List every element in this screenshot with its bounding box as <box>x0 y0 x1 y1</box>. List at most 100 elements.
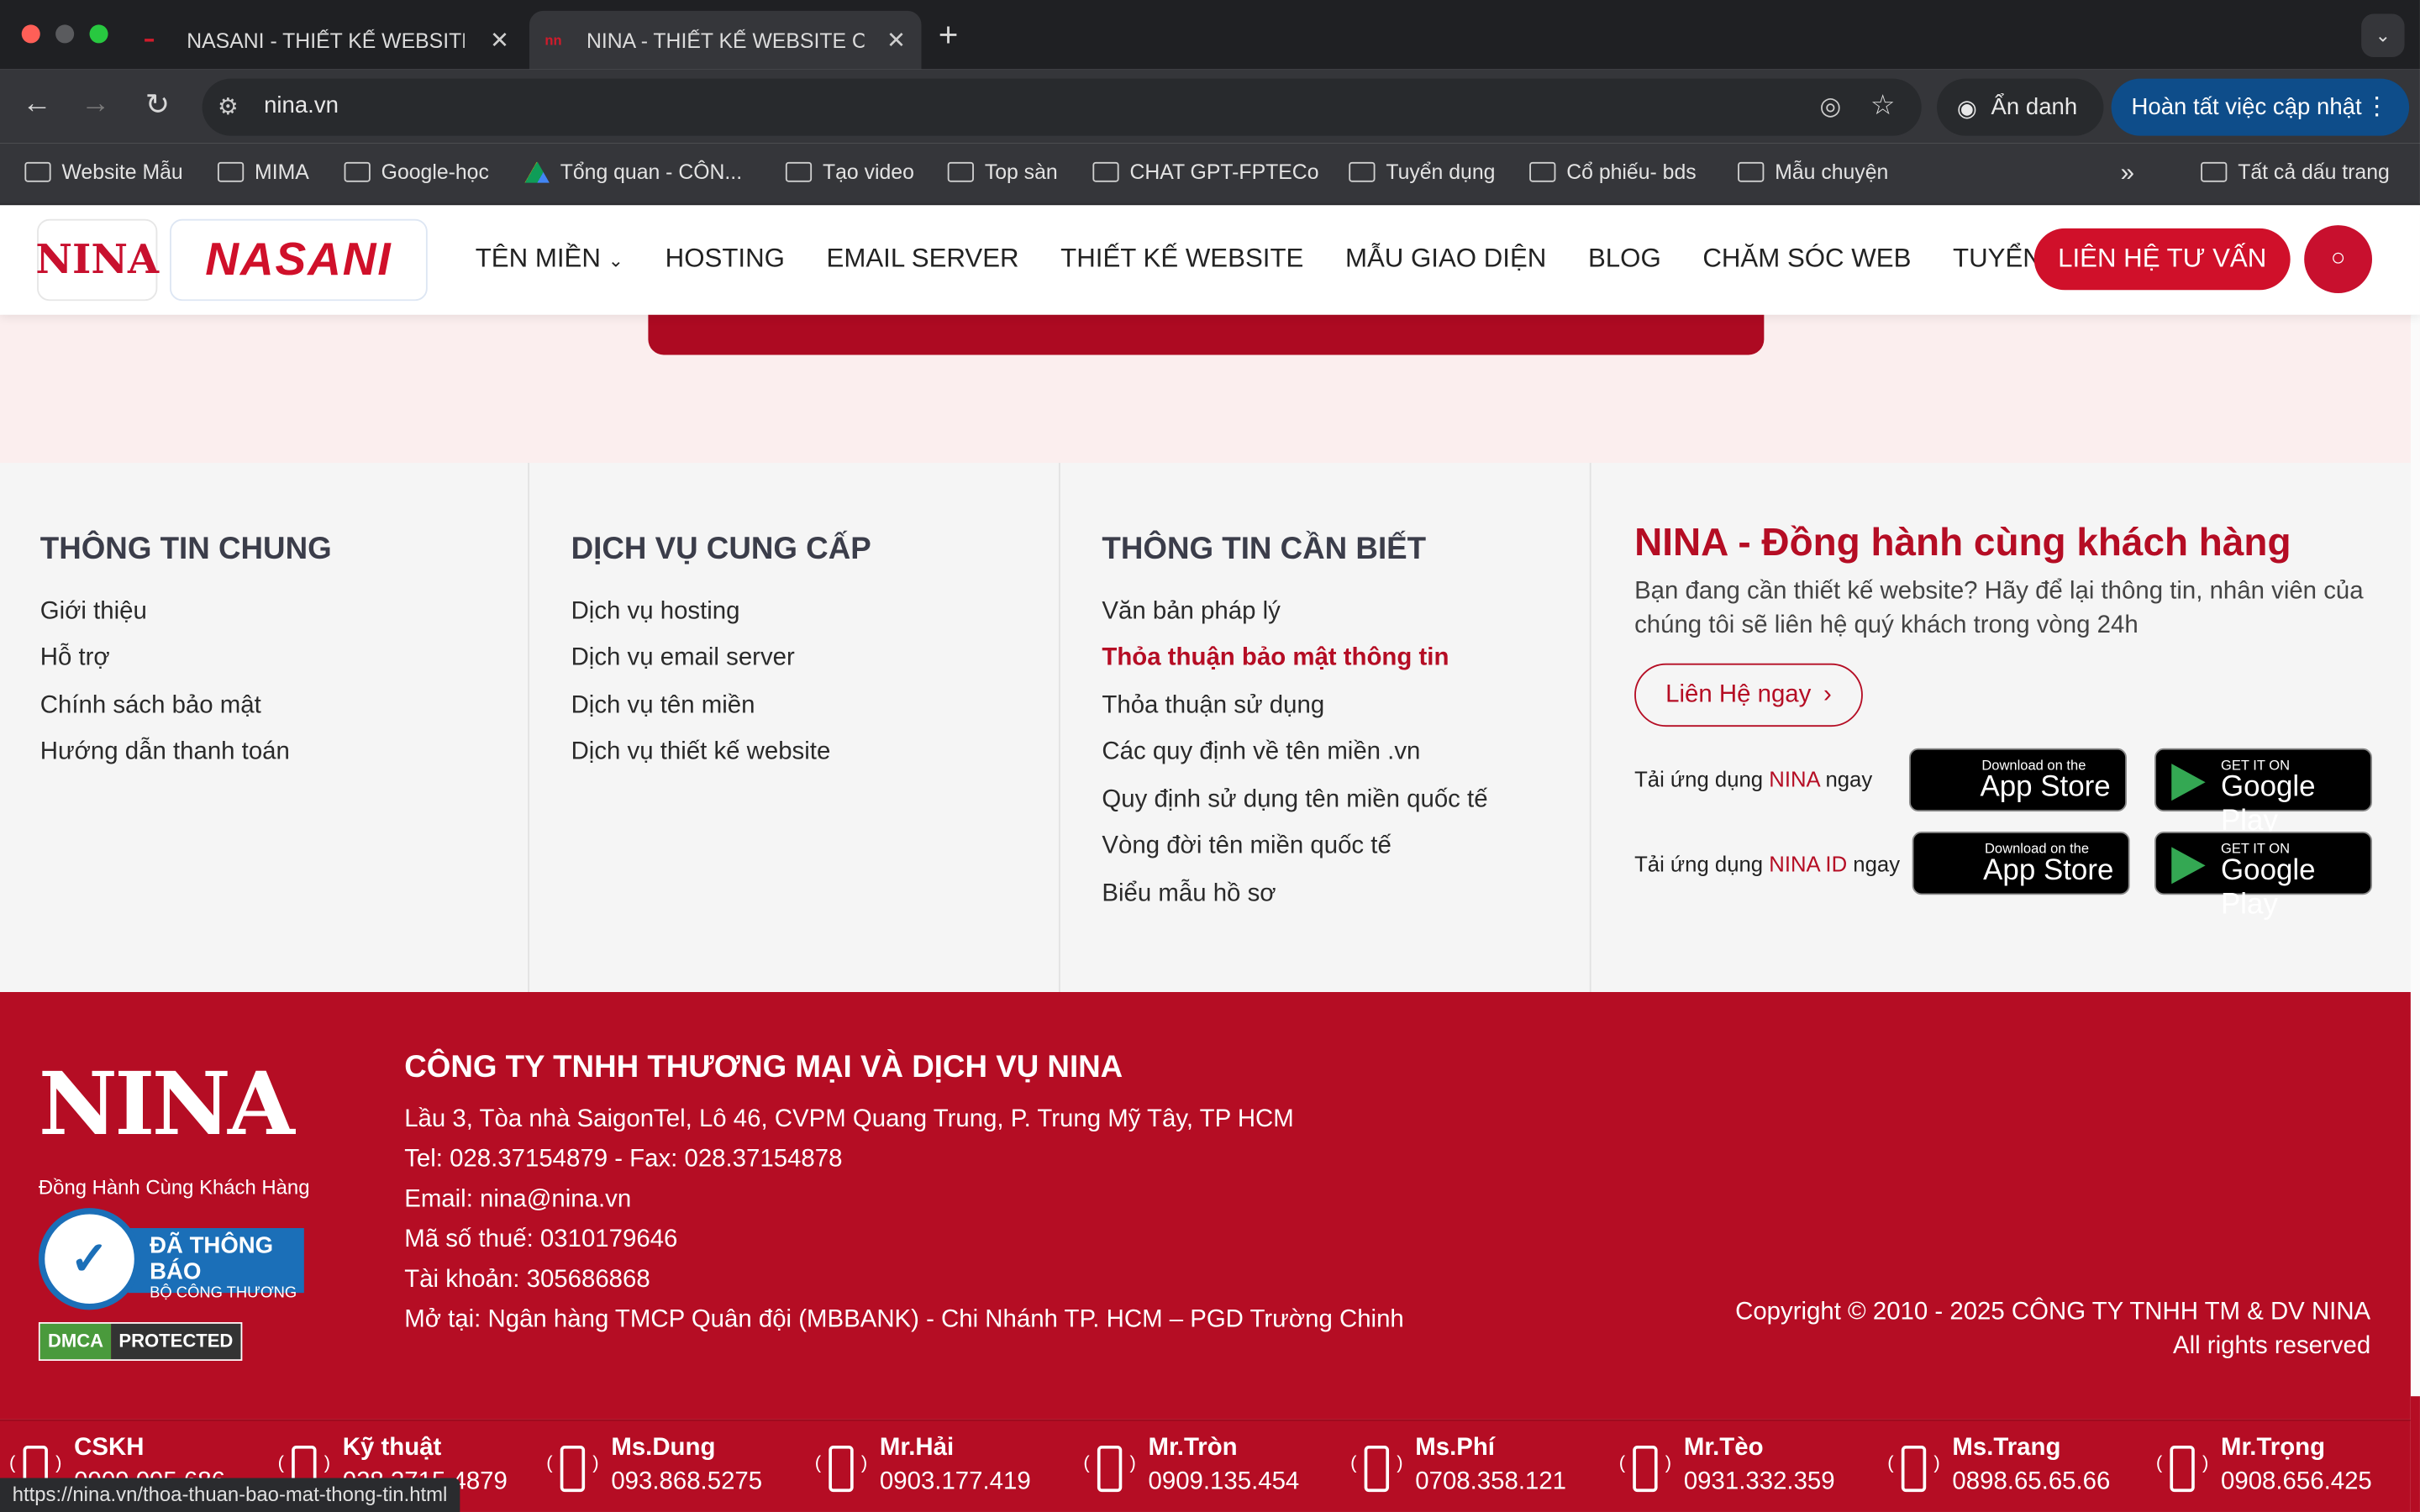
company-bank: Mở tại: Ngân hàng TMCP Quân đội (MBBANK)… <box>404 1306 1404 1333</box>
app-store-button[interactable]: Download on the App Store <box>1908 748 2127 812</box>
footer-link[interactable]: Thỏa thuận sử dụng <box>1102 693 1324 721</box>
badge-title: ĐÃ THÔNG BÁO <box>150 1232 274 1285</box>
forward-arrow-icon[interactable]: → <box>77 88 114 122</box>
bookmark-label: Mẫu chuyện <box>1775 160 1889 184</box>
footer-link[interactable]: Giới thiệu <box>40 599 147 627</box>
hotline-number: 0708.358.121 <box>1415 1468 1567 1495</box>
footer-link[interactable]: Dịch vụ hosting <box>571 599 740 627</box>
tab-nina[interactable]: nn NINA - THIẾT KẾ WEBSITE CH ✕ <box>529 10 922 70</box>
close-tab-icon[interactable]: ✕ <box>490 26 509 54</box>
submit-bar[interactable] <box>648 314 1765 355</box>
all-bookmarks-folder[interactable]: Tất cả dấu trang <box>2201 160 2390 184</box>
footer-link[interactable]: Dịch vụ thiết kế website <box>571 739 831 767</box>
footer-link-active[interactable]: Thỏa thuận bảo mật thông tin <box>1102 645 1449 673</box>
download-nina-id-label: Tải ứng dụng NINA ID ngay <box>1634 852 1900 876</box>
bookmark-label: Website Mẫu <box>61 160 183 184</box>
nav-cham-soc-web[interactable]: CHĂM SÓC WEB <box>1702 244 1911 275</box>
app-store-button[interactable]: Download on the App Store <box>1912 831 2130 895</box>
hotline-name: Mr.Trọng <box>2221 1435 2326 1462</box>
folder-icon <box>344 161 371 182</box>
label-text: ngay <box>1847 851 1901 877</box>
nav-ten-mien[interactable]: TÊN MIỀN ⌄ <box>476 244 623 275</box>
bookmark-folder[interactable]: Tuyển dụng <box>1349 160 1495 184</box>
tab-nasani[interactable]: ━ NASANI - THIẾT KẾ WEBSITE ✕ <box>129 11 524 70</box>
footer-link[interactable]: Dịch vụ tên miền <box>571 693 755 721</box>
bookmark-folder[interactable]: MIMA <box>217 160 309 184</box>
bookmark-folder[interactable]: Tạo video <box>785 160 914 184</box>
bookmark-label: Tạo video <box>822 160 914 184</box>
phone-ringing-icon: () <box>2156 1440 2208 1501</box>
nav-hosting[interactable]: HOSTING <box>666 244 785 275</box>
site-info-icon[interactable]: ⚙ <box>218 92 239 120</box>
footer-link[interactable]: Chính sách bảo mật <box>40 693 261 721</box>
footer-link[interactable]: Quy định sử dụng tên miền quốc tế <box>1102 787 1487 815</box>
back-arrow-icon[interactable]: ← <box>18 88 55 122</box>
bookmark-folder[interactable]: Mẫu chuyện <box>1738 160 1888 184</box>
bookmark-link[interactable]: Tổng quan - CÔN... <box>524 160 742 184</box>
footer-link[interactable]: Hướng dẫn thanh toán <box>40 739 290 767</box>
more-bookmarks-icon[interactable]: » <box>2121 160 2134 188</box>
eye-off-icon[interactable]: ◎ <box>1820 91 1842 122</box>
contact-button[interactable]: LIÊN HỆ TƯ VẤN <box>2033 228 2291 291</box>
hotline-name: Ms.Dung <box>611 1435 716 1462</box>
main-nav: TÊN MIỀN ⌄ HOSTING EMAIL SERVER THIẾT KẾ… <box>476 244 2168 275</box>
maximize-window-button[interactable] <box>89 24 108 44</box>
label-highlight: NINA ID <box>1769 851 1848 877</box>
url-text[interactable]: nina.vn <box>264 92 339 118</box>
address-bar[interactable]: ⚙ nina.vn ◎ ☆ <box>202 78 1922 136</box>
lien-he-button[interactable]: Liên Hệ ngay › <box>1634 663 1863 727</box>
footer-col-general: THÔNG TIN CHUNG Giới thiệu Hỗ trợ Chính … <box>0 463 529 992</box>
bo-cong-thuong-badge[interactable]: ĐÃ THÔNG BÁO BỘ CÔNG THƯƠNG ✓ <box>38 1208 304 1310</box>
store-big-text: App Store <box>1980 771 2111 804</box>
bookmark-folder[interactable]: Website Mẫu <box>24 160 183 184</box>
nav-blog[interactable]: BLOG <box>1588 244 1661 275</box>
scrollbar-track[interactable] <box>2410 312 2420 1512</box>
company-email[interactable]: Email: nina@nina.vn <box>404 1186 631 1214</box>
close-window-button[interactable] <box>21 24 40 44</box>
company-footer: NINA Đồng Hành Cùng Khách Hàng ĐÃ THÔNG … <box>0 991 2411 1420</box>
bookmark-folder[interactable]: Google-học <box>344 160 489 184</box>
footer-link[interactable]: Biểu mẫu hồ sơ <box>1102 881 1276 909</box>
browser-toolbar: ← → ↻ ⚙ nina.vn ◎ ☆ ◉ Ẩn danh Hoàn tất v… <box>0 69 2420 144</box>
incognito-button[interactable]: ◉ Ẩn danh <box>1937 78 2104 136</box>
nasani-logo[interactable]: NASANI <box>170 218 428 302</box>
dmca-badge[interactable]: DMCA PROTECTED <box>38 1322 243 1361</box>
hotline-name: CSKH <box>74 1435 145 1462</box>
nav-mau-giao-dien[interactable]: MẪU GIAO DIỆN <box>1345 244 1546 275</box>
footer-link[interactable]: Các quy định về tên miền .vn <box>1102 739 1420 767</box>
dmca-label: DMCA <box>39 1323 112 1360</box>
new-tab-icon[interactable]: + <box>939 15 959 55</box>
bookmark-folder[interactable]: CHAT GPT-FPTECo <box>1092 160 1318 184</box>
bookmark-label: Tất cả dấu trang <box>2238 160 2390 184</box>
footer-link[interactable]: Văn bản pháp lý <box>1102 599 1280 627</box>
nav-thiet-ke-website[interactable]: THIẾT KẾ WEBSITE <box>1060 244 1303 275</box>
update-button[interactable]: Hoàn tất việc cập nhật ⋮ <box>2111 78 2410 136</box>
tab-search-chevron-icon[interactable]: ⌄ <box>2361 13 2405 57</box>
google-play-button[interactable]: GET IT ON Google Play <box>2154 748 2373 837</box>
bookmark-folder[interactable]: Top sàn <box>947 160 1058 184</box>
footer-link[interactable]: Hỗ trợ <box>40 645 110 673</box>
footer-link[interactable]: Dịch vụ email server <box>571 645 795 673</box>
nav-label: TÊN MIỀN <box>475 244 601 274</box>
bookmark-star-icon[interactable]: ☆ <box>1870 90 1896 123</box>
hotline-name: Mr.Hải <box>879 1435 955 1462</box>
nav-email-server[interactable]: EMAIL SERVER <box>827 244 1019 275</box>
folder-icon <box>1092 161 1119 182</box>
scrollbar-thumb[interactable] <box>2410 1396 2420 1512</box>
close-tab-icon[interactable]: ✕ <box>886 26 906 54</box>
reload-icon[interactable]: ↻ <box>139 88 176 123</box>
nina-logo[interactable]: NINA <box>35 218 159 302</box>
search-icon[interactable]: ○ <box>2304 225 2373 293</box>
rights-line: All rights reserved <box>2172 1332 2371 1360</box>
google-play-button[interactable]: GET IT ON Google Play <box>2154 831 2373 921</box>
screen: ━ NASANI - THIẾT KẾ WEBSITE ✕ nn NINA - … <box>0 0 2420 1512</box>
minimize-window-button[interactable] <box>55 24 75 44</box>
google-play-icon <box>2171 764 2206 801</box>
more-menu-icon[interactable]: ⋮ <box>2365 91 2389 122</box>
tab-title: NINA - THIẾT KẾ WEBSITE CH <box>586 28 865 52</box>
bookmark-folder[interactable]: Cổ phiếu- bds <box>1529 160 1697 184</box>
footer-link[interactable]: Vòng đời tên miền quốc tế <box>1102 833 1391 861</box>
label-highlight: NINA <box>1769 766 1820 792</box>
phone-ringing-icon: () <box>1083 1440 1136 1501</box>
bookmark-label: Cổ phiếu- bds <box>1566 160 1697 184</box>
